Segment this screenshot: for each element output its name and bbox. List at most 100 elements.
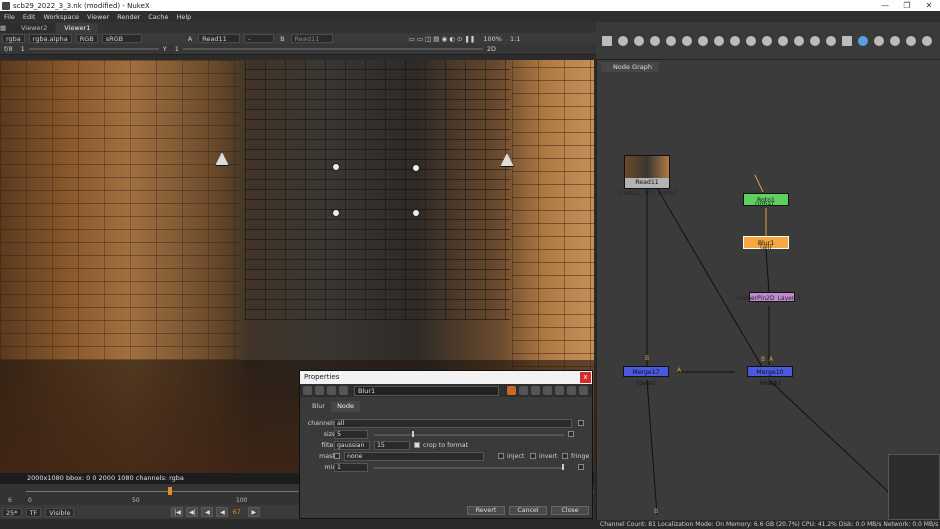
play-forward-icon[interactable]: ▶ [247, 507, 260, 517]
node-graph-panel[interactable]: Node Graph Read11 Cam01_001_00067 Roto1 … [596, 60, 940, 520]
crop-to-format-checkbox[interactable] [414, 442, 420, 448]
filter-dropdown[interactable]: gaussian [334, 441, 370, 450]
gain-value[interactable]: 1 [17, 45, 29, 53]
filter-quality-input[interactable]: 15 [374, 441, 410, 450]
menu-edit[interactable]: Edit [19, 13, 40, 21]
3d-nodes-icon[interactable] [746, 36, 756, 46]
view-mode-dropdown[interactable]: 2D [483, 45, 500, 53]
viewer-grid-icon[interactable]: ▦ [0, 23, 12, 33]
pin-icon[interactable] [555, 386, 564, 395]
tracker-point-icon[interactable] [332, 209, 340, 217]
menu-workspace[interactable]: Workspace [39, 13, 83, 21]
revert-button[interactable]: Revert [467, 506, 505, 515]
keyer-nodes-icon[interactable] [698, 36, 708, 46]
channels-dropdown[interactable]: rgba [2, 34, 25, 43]
channel-nodes-icon[interactable] [650, 36, 660, 46]
other-nodes-icon[interactable] [810, 36, 820, 46]
node-graph-minimap[interactable] [888, 454, 940, 520]
settings-gear-icon[interactable] [922, 36, 932, 46]
collapse-icon[interactable] [303, 386, 312, 395]
cancel-button[interactable]: Cancel [509, 506, 547, 515]
fps-dropdown[interactable]: 25* [2, 507, 22, 517]
menu-help[interactable]: Help [172, 13, 195, 21]
mix-input[interactable]: 1 [334, 463, 368, 472]
help-icon[interactable] [339, 386, 348, 395]
tab-blur[interactable]: Blur [306, 401, 331, 412]
display-dropdown[interactable]: RGB [75, 34, 98, 43]
input-op-dropdown[interactable]: - [244, 34, 275, 43]
menu-render[interactable]: Render [113, 13, 144, 21]
gamma-slider[interactable] [182, 48, 483, 50]
read-node[interactable]: Read11 [624, 155, 670, 189]
merge-nodes-icon[interactable] [714, 36, 724, 46]
draw-nodes-icon[interactable] [618, 36, 628, 46]
merge10-node[interactable]: Merge10 (mask) [747, 366, 793, 387]
playhead-icon[interactable] [168, 487, 172, 495]
revert-icon[interactable] [531, 386, 540, 395]
color-nodes-icon[interactable] [666, 36, 676, 46]
properties-titlebar[interactable]: Properties x [300, 371, 592, 384]
time-nodes-icon[interactable] [634, 36, 644, 46]
particles-icon[interactable] [826, 36, 836, 46]
undo-icon[interactable] [507, 386, 516, 395]
mix-slider-handle[interactable] [562, 464, 564, 470]
invert-checkbox[interactable] [530, 453, 536, 459]
step-back-icon[interactable]: ◀ [201, 507, 214, 517]
tab-viewer1[interactable]: Viewer1 [56, 23, 99, 33]
colorspace-dropdown[interactable]: sRGB [101, 34, 142, 43]
tab-node[interactable]: Node [331, 401, 361, 412]
properties-close-icon[interactable]: x [580, 372, 591, 383]
maximize-button[interactable]: ❐ [896, 0, 918, 11]
zoom-dropdown[interactable]: 100% [479, 35, 506, 43]
transform-nodes-icon[interactable] [730, 36, 740, 46]
current-frame-field[interactable]: 67 [228, 508, 244, 516]
channels-checkbox[interactable] [578, 420, 584, 426]
tab-viewer2[interactable]: Viewer2 [13, 23, 56, 33]
ratio-dropdown[interactable]: 1:1 [506, 35, 524, 43]
size-slider-handle[interactable] [412, 431, 414, 437]
tf-dropdown[interactable]: TF [25, 507, 42, 517]
furnace-icon[interactable] [874, 36, 884, 46]
viewer-toolbar-icons[interactable]: ▭ ▭ ◫ ▤ ◉ ◐ ⊙ ❚❚ [405, 35, 480, 43]
tracker-point-icon[interactable] [332, 163, 340, 171]
close-button[interactable]: Close [551, 506, 589, 515]
minimize-button[interactable]: — [874, 0, 896, 11]
mask-dropdown[interactable]: none [344, 452, 484, 461]
cara-vr-icon[interactable] [858, 36, 868, 46]
close-panel-icon[interactable] [579, 386, 588, 395]
size-input[interactable]: 5 [334, 430, 368, 439]
viewer-toggle-icon[interactable] [327, 386, 336, 395]
float-icon[interactable] [543, 386, 552, 395]
menu-cache[interactable]: Cache [144, 13, 172, 21]
node-name-field[interactable]: Blur1 [354, 385, 499, 396]
input-b-dropdown[interactable]: Read11 [290, 34, 333, 43]
filter-nodes-icon[interactable] [682, 36, 692, 46]
alpha-dropdown[interactable]: rgba.alpha [28, 34, 72, 43]
ocula-icon[interactable] [890, 36, 900, 46]
visible-dropdown[interactable]: Visible [45, 507, 75, 517]
menu-viewer[interactable]: Viewer [83, 13, 113, 21]
views-nodes-icon[interactable] [762, 36, 772, 46]
gain-slider[interactable] [28, 48, 159, 50]
mix-expand-checkbox[interactable] [578, 464, 584, 470]
inject-checkbox[interactable] [498, 453, 504, 459]
size-slider[interactable] [374, 434, 564, 436]
size-expand-checkbox[interactable] [568, 431, 574, 437]
prev-key-icon[interactable]: ◀| [186, 507, 199, 517]
fstop-value[interactable]: f/8 [0, 45, 17, 53]
merge17-node[interactable]: Merge17 (over) [623, 366, 669, 387]
question-icon[interactable] [567, 386, 576, 395]
gamma-value[interactable]: 1 [171, 45, 183, 53]
tracker-point-icon[interactable] [412, 209, 420, 217]
redo-icon[interactable] [519, 386, 528, 395]
play-back-icon[interactable]: ◀ [216, 507, 229, 517]
input-a-dropdown[interactable]: Read11 [198, 34, 241, 43]
fringe-checkbox[interactable] [562, 453, 568, 459]
gizmos-icon[interactable] [906, 36, 916, 46]
mask-checkbox[interactable] [334, 453, 340, 459]
mix-slider[interactable] [374, 467, 564, 469]
tracker-point-icon[interactable] [412, 164, 420, 172]
metadata-nodes-icon[interactable] [778, 36, 788, 46]
channels-dropdown[interactable]: all [334, 419, 572, 428]
deep-nodes-icon[interactable] [842, 36, 852, 46]
